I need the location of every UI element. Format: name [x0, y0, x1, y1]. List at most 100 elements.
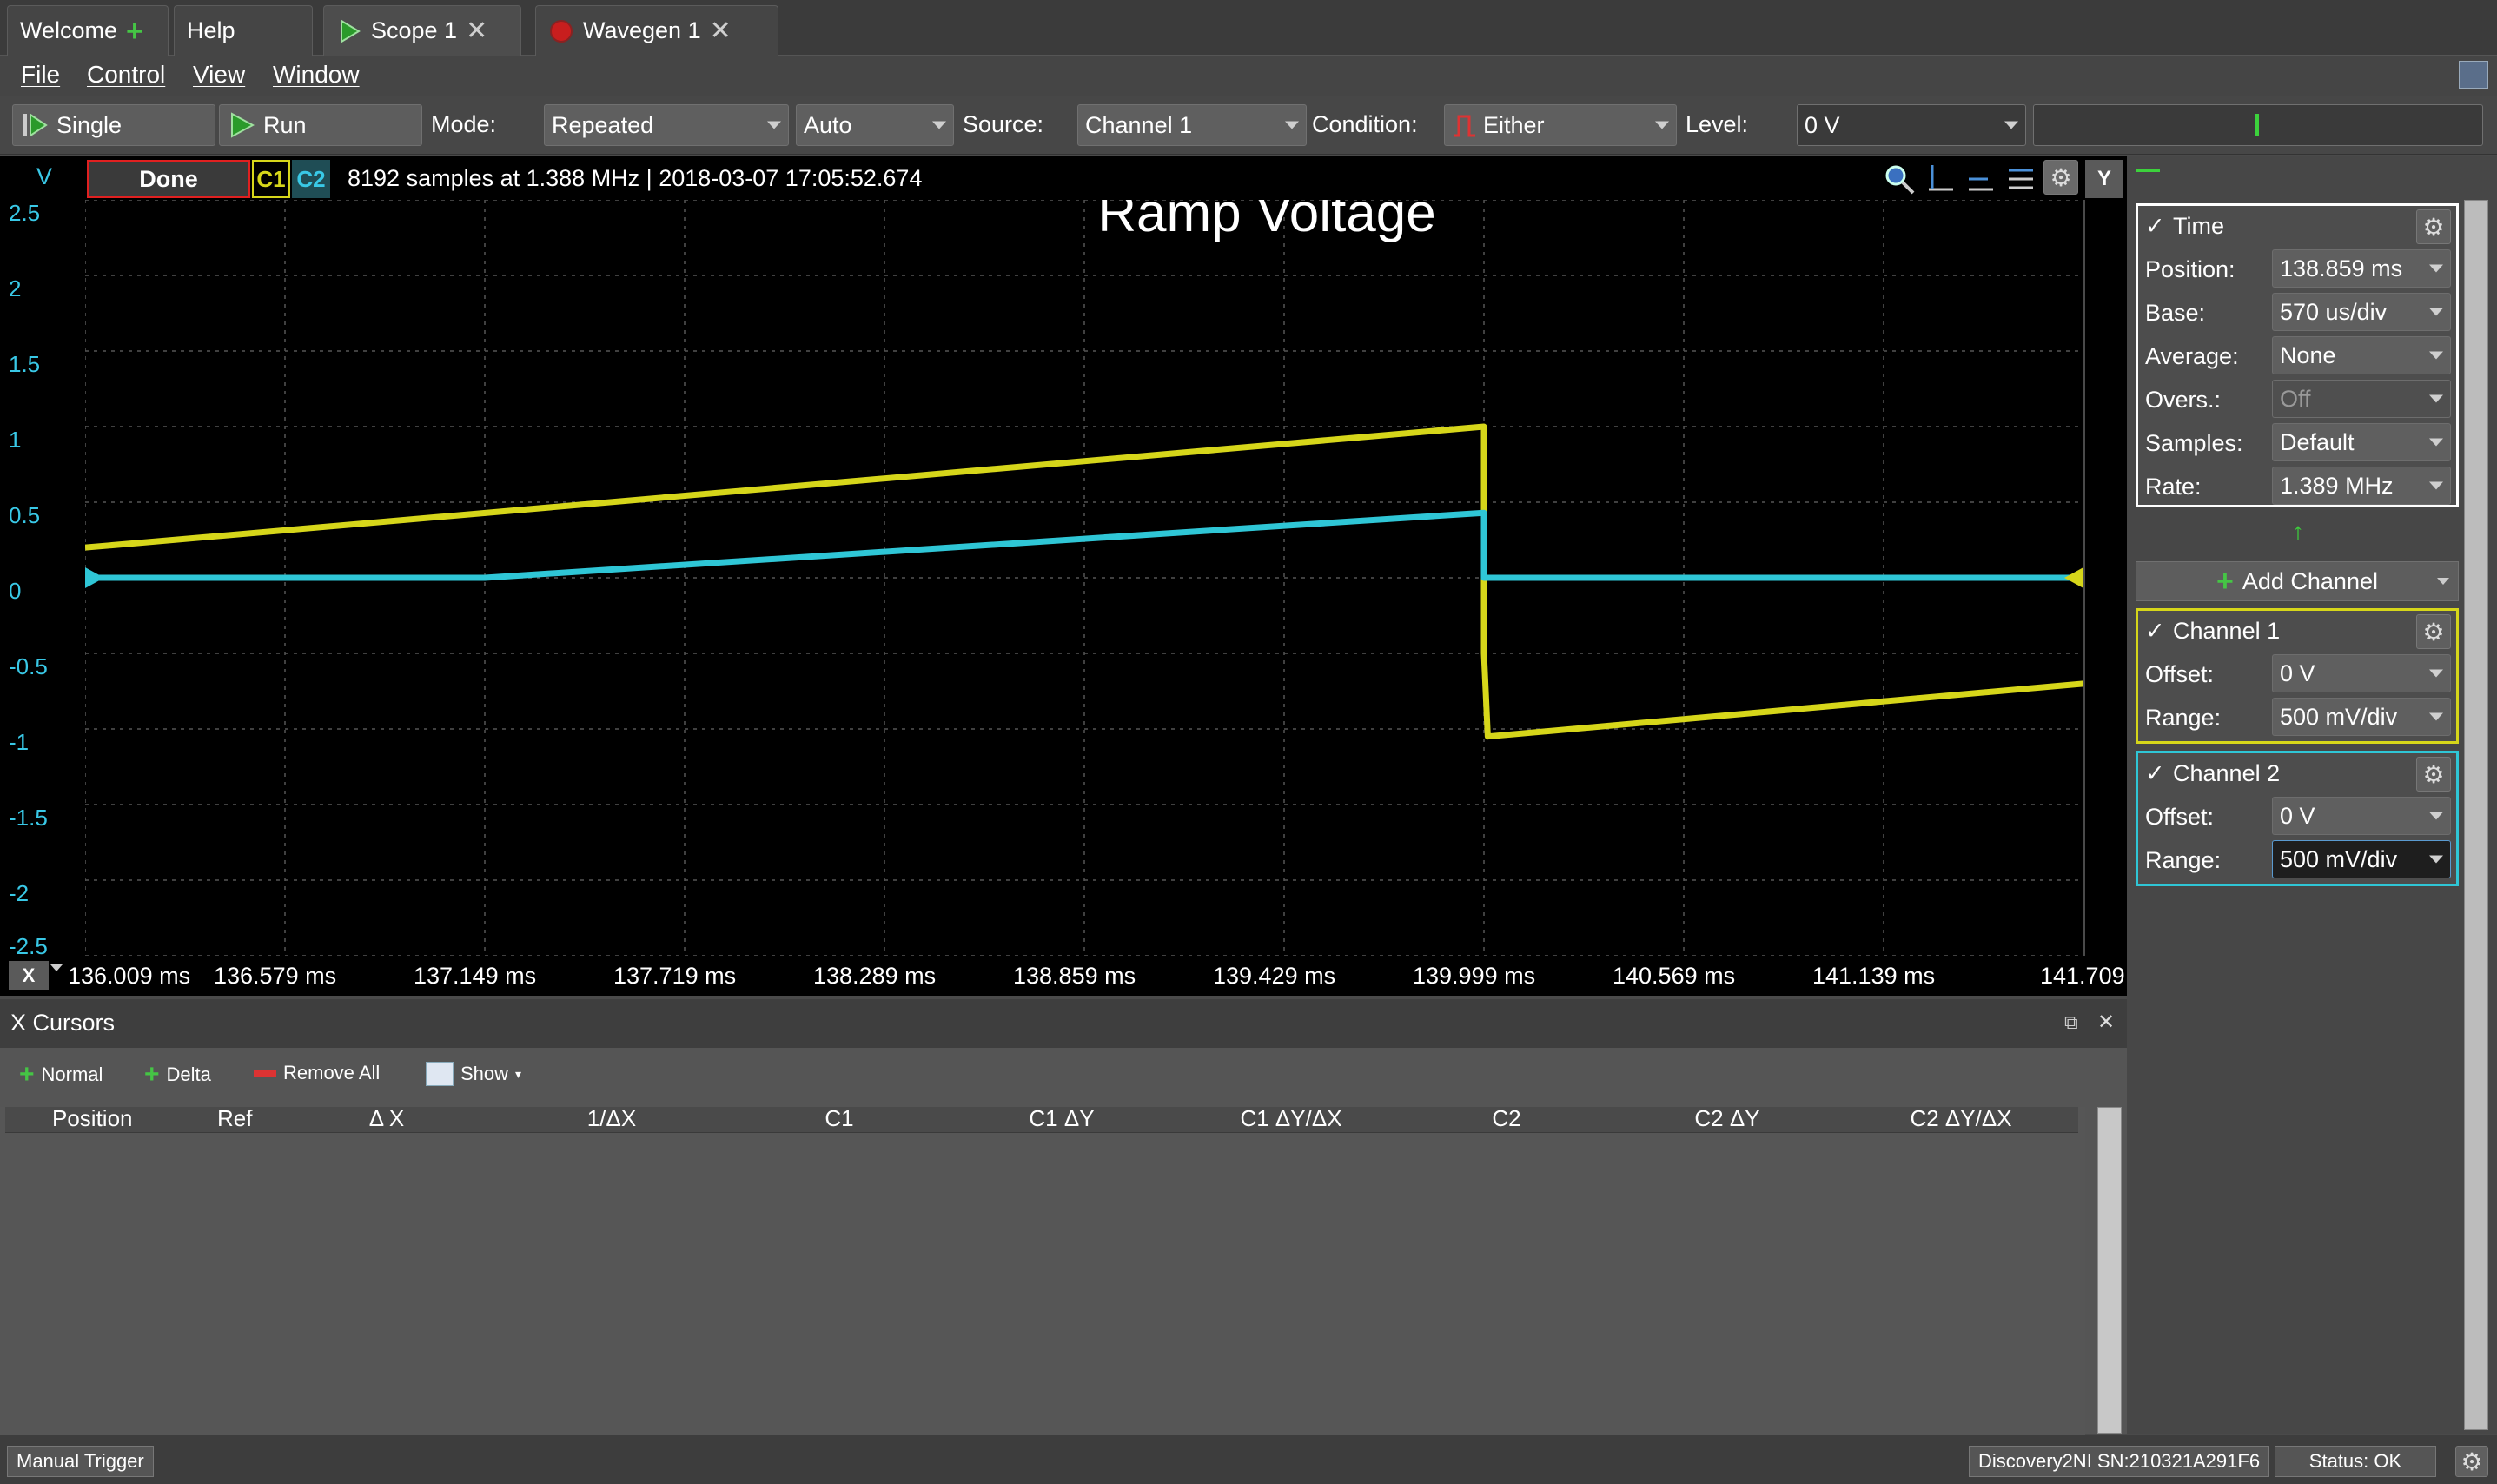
- cursor-column-header[interactable]: Δ X: [330, 1105, 443, 1132]
- check-icon[interactable]: ✓: [2145, 213, 2165, 240]
- check-icon[interactable]: ✓: [2145, 618, 2165, 645]
- condition-select[interactable]: Either: [1444, 104, 1677, 146]
- tab-wavegen-1[interactable]: Wavegen 1 ✕: [535, 5, 778, 56]
- record-icon: [550, 19, 573, 43]
- zoom-icon[interactable]: [1882, 162, 1917, 196]
- remove-all-button[interactable]: Remove All: [254, 1062, 380, 1084]
- y-axis: 2.5 2 1.5 1 0.5 0 -0.5 -1 -1.5 -2 -2.5: [0, 200, 85, 959]
- cursor-column-header[interactable]: C1: [735, 1105, 944, 1132]
- c2-offset-marker[interactable]: [85, 567, 104, 588]
- y-axis-button[interactable]: Y: [2085, 160, 2123, 198]
- menu-window[interactable]: Window: [273, 61, 360, 89]
- arrow-up-icon[interactable]: ↑: [2292, 518, 2304, 546]
- cursor-column-header[interactable]: C1 ΔY: [957, 1105, 1166, 1132]
- gear-icon[interactable]: ⚙: [2416, 209, 2451, 244]
- auto-select[interactable]: Auto: [796, 104, 954, 146]
- average-field[interactable]: None: [2272, 336, 2451, 374]
- tab-scope-1[interactable]: Scope 1 ✕: [323, 5, 521, 56]
- gear-icon[interactable]: ⚙: [2455, 1446, 2488, 1477]
- chevron-down-icon: [2429, 351, 2443, 360]
- menu-file[interactable]: File: [21, 61, 60, 89]
- cursor-list-icon[interactable]: [2004, 162, 2038, 196]
- offset-label: Offset:: [2145, 804, 2215, 830]
- tab-help[interactable]: Help: [174, 5, 313, 56]
- chevron-down-icon: [1655, 121, 1669, 129]
- check-icon[interactable]: ✓: [2145, 760, 2165, 787]
- acquisition-status: Done: [87, 160, 250, 198]
- cursor-add-icon[interactable]: [1924, 162, 1958, 196]
- panel-scrollbar[interactable]: [2464, 200, 2488, 1430]
- close-icon[interactable]: ✕: [710, 16, 732, 46]
- cursor-column-header[interactable]: C2: [1402, 1105, 1611, 1132]
- device-info[interactable]: Discovery2NI SN:210321A291F6: [1969, 1446, 2270, 1477]
- chevron-down-icon[interactable]: [50, 964, 63, 971]
- base-field[interactable]: 570 us/div: [2272, 293, 2451, 331]
- tab-bar: Welcome + Help Scope 1 ✕ Wavegen 1 ✕: [0, 0, 2497, 56]
- tab-label: Wavegen 1: [583, 17, 701, 43]
- cursor-column-header[interactable]: C1 ΔY/ΔX: [1178, 1105, 1404, 1132]
- trace-c1: [85, 423, 2083, 740]
- position-field[interactable]: 138.859 ms: [2272, 249, 2451, 288]
- x-tick-label: 140.569 ms: [1613, 963, 1736, 989]
- delta-cursor-button[interactable]: + Delta: [144, 1062, 211, 1088]
- plus-icon: +: [126, 14, 143, 48]
- y-tick-label: 0.5: [9, 502, 41, 528]
- close-icon[interactable]: ✕: [466, 16, 487, 46]
- x-tick-label: 136.009 ms: [68, 963, 191, 989]
- y-tick-label: -2: [9, 880, 30, 906]
- manual-trigger-button[interactable]: Manual Trigger: [7, 1446, 154, 1477]
- slider-handle[interactable]: [2255, 114, 2259, 136]
- position-value: 138.859 ms: [2280, 255, 2403, 282]
- tab-welcome[interactable]: Welcome +: [7, 5, 169, 56]
- channel-1-range-field[interactable]: 500 mV/div: [2272, 698, 2451, 736]
- x-tick-label: 139.429 ms: [1213, 963, 1336, 989]
- scope-header: V Done C1 C2 8192 samples at 1.388 MHz |…: [0, 156, 2127, 200]
- add-channel-button[interactable]: + Add Channel: [2136, 561, 2459, 601]
- restore-window-icon[interactable]: [2459, 61, 2488, 89]
- run-button[interactable]: Run: [219, 104, 422, 146]
- x-tick-label: 137.149 ms: [414, 963, 537, 989]
- scope-plot[interactable]: Ramp Voltage: [85, 200, 2083, 956]
- samples-field[interactable]: Default: [2272, 423, 2451, 461]
- channel-1-offset-field[interactable]: 0 V: [2272, 654, 2451, 692]
- undock-icon[interactable]: ⧉: [2064, 1011, 2078, 1034]
- trigger-level-slider[interactable]: [2033, 104, 2483, 146]
- x-tick-label: 138.289 ms: [813, 963, 937, 989]
- cursor-column-header[interactable]: 1/ΔX: [507, 1105, 716, 1132]
- channel-2-range-field[interactable]: 500 mV/div: [2272, 840, 2451, 878]
- x-axis-button[interactable]: X: [9, 961, 49, 990]
- menu-view[interactable]: View: [193, 61, 245, 89]
- single-button[interactable]: Single: [12, 104, 215, 146]
- overs-field[interactable]: Off: [2272, 380, 2451, 418]
- cursor-column-header[interactable]: C2 ΔY/ΔX: [1844, 1105, 2078, 1132]
- cursor-column-header[interactable]: Ref: [217, 1105, 287, 1132]
- level-input[interactable]: 0 V: [1797, 104, 2026, 146]
- gear-icon[interactable]: ⚙: [2416, 614, 2451, 649]
- cursor-column-header[interactable]: C2 ΔY: [1623, 1105, 1831, 1132]
- gear-icon[interactable]: ⚙: [2043, 160, 2078, 195]
- menu-control[interactable]: Control: [87, 61, 165, 89]
- source-select[interactable]: Channel 1: [1077, 104, 1307, 146]
- c1-badge[interactable]: C1: [252, 160, 290, 198]
- c1-offset-marker[interactable]: [2064, 567, 2083, 588]
- close-icon[interactable]: ✕: [2097, 1010, 2115, 1035]
- average-value: None: [2280, 341, 2336, 368]
- cursor-align-icon[interactable]: [1964, 162, 1998, 196]
- source-label: Source:: [963, 111, 1044, 137]
- gear-icon[interactable]: ⚙: [2416, 757, 2451, 792]
- c2-badge[interactable]: C2: [292, 160, 330, 198]
- range-value: 500 mV/div: [2280, 703, 2398, 730]
- cursors-scrollbar[interactable]: [2097, 1107, 2122, 1434]
- show-button[interactable]: Show ▾: [426, 1062, 521, 1086]
- y-tick-label: 2: [9, 275, 22, 301]
- normal-cursor-button[interactable]: + Normal: [19, 1062, 103, 1088]
- rate-field[interactable]: 1.389 MHz: [2272, 467, 2451, 505]
- cursor-column-header[interactable]: Position: [52, 1105, 191, 1132]
- condition-value: Either: [1483, 111, 1545, 138]
- channel-2-offset-field[interactable]: 0 V: [2272, 797, 2451, 835]
- y-tick-label: 1.5: [9, 351, 41, 377]
- toolbar: Single Run Mode: Repeated Auto Source: C…: [0, 96, 2497, 155]
- panel-collapse-icon[interactable]: [2136, 169, 2160, 172]
- mode-label: Mode:: [431, 111, 497, 137]
- mode-select[interactable]: Repeated: [544, 104, 789, 146]
